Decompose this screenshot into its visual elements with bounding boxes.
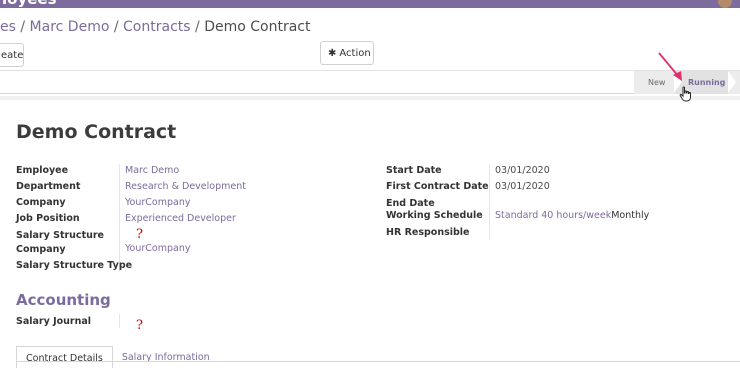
start-date-label: Start Date	[386, 165, 442, 176]
notebook-tabs: Contract Details Salary Information	[16, 346, 219, 368]
working-schedule-label: Working Schedule	[386, 210, 483, 221]
department-value[interactable]: Research & Development	[125, 181, 246, 192]
salary-structure-label: Salary Structure	[16, 230, 105, 241]
action-button-label: Action	[339, 47, 371, 59]
status-bar: New Running E	[0, 70, 740, 94]
tab-salary-information[interactable]: Salary Information	[113, 346, 219, 368]
breadcrumb-separator: /	[15, 19, 30, 35]
create-button[interactable]: eate	[0, 43, 24, 67]
avatar[interactable]	[718, 0, 732, 8]
breadcrumb-marc-demo[interactable]: Marc Demo	[30, 19, 110, 35]
job-position-value[interactable]: Experienced Developer	[125, 213, 236, 224]
tab-contract-details[interactable]: Contract Details	[16, 346, 113, 368]
field-divider	[119, 164, 120, 272]
job-position-label: Job Position	[16, 213, 80, 224]
breadcrumb-separator: /	[190, 19, 205, 35]
gear-icon: ✱	[328, 47, 337, 59]
app-name[interactable]: loyees	[2, 0, 57, 8]
annotation-arrow-icon	[658, 52, 682, 81]
sheet-edge	[0, 96, 740, 100]
field-divider	[119, 314, 120, 328]
salary-structure-type-label: Salary Structure Type	[16, 260, 133, 271]
first-contract-date-value[interactable]: 03/01/2020	[495, 181, 550, 192]
accounting-heading: Accounting	[16, 291, 111, 309]
stage-separator	[728, 71, 736, 93]
breadcrumb-separator: /	[109, 19, 124, 35]
structure-company-value[interactable]: YourCompany	[125, 243, 190, 254]
breadcrumb-current: Demo Contract	[204, 19, 311, 35]
breadcrumb: es / Marc Demo / Contracts / Demo Contra…	[0, 19, 310, 35]
hr-responsible-label: HR Responsible	[386, 227, 470, 238]
department-label: Department	[16, 181, 81, 192]
missing-value-marker: ?	[136, 318, 143, 333]
start-date-value[interactable]: 03/01/2020	[495, 165, 550, 176]
top-navbar: loyees	[0, 0, 740, 8]
missing-value-marker: ?	[136, 227, 143, 242]
field-divider	[489, 164, 490, 240]
contract-title: Demo Contract	[16, 121, 177, 143]
create-button-label: eate	[1, 49, 24, 61]
stage-running-label: Running	[688, 78, 726, 87]
first-contract-date-label: First Contract Date	[386, 181, 489, 192]
end-date-label: End Date	[386, 198, 435, 209]
company-label: Company	[16, 197, 66, 208]
breadcrumb-employees[interactable]: es	[0, 19, 16, 35]
salary-journal-label: Salary Journal	[16, 316, 92, 327]
working-schedule-value[interactable]: Standard 40 hours/weekMonthly	[495, 210, 649, 221]
breadcrumb-contracts[interactable]: Contracts	[123, 19, 191, 35]
employee-value[interactable]: Marc Demo	[125, 165, 179, 176]
action-button[interactable]: ✱ Action	[320, 41, 374, 65]
company-value[interactable]: YourCompany	[125, 197, 190, 208]
hand-pointer-icon	[679, 86, 691, 102]
wage-type: Monthly	[611, 210, 650, 221]
structure-company-label: Company	[16, 244, 66, 255]
working-schedule-name[interactable]: Standard 40 hours/week	[495, 210, 611, 221]
employee-label: Employee	[16, 165, 69, 176]
